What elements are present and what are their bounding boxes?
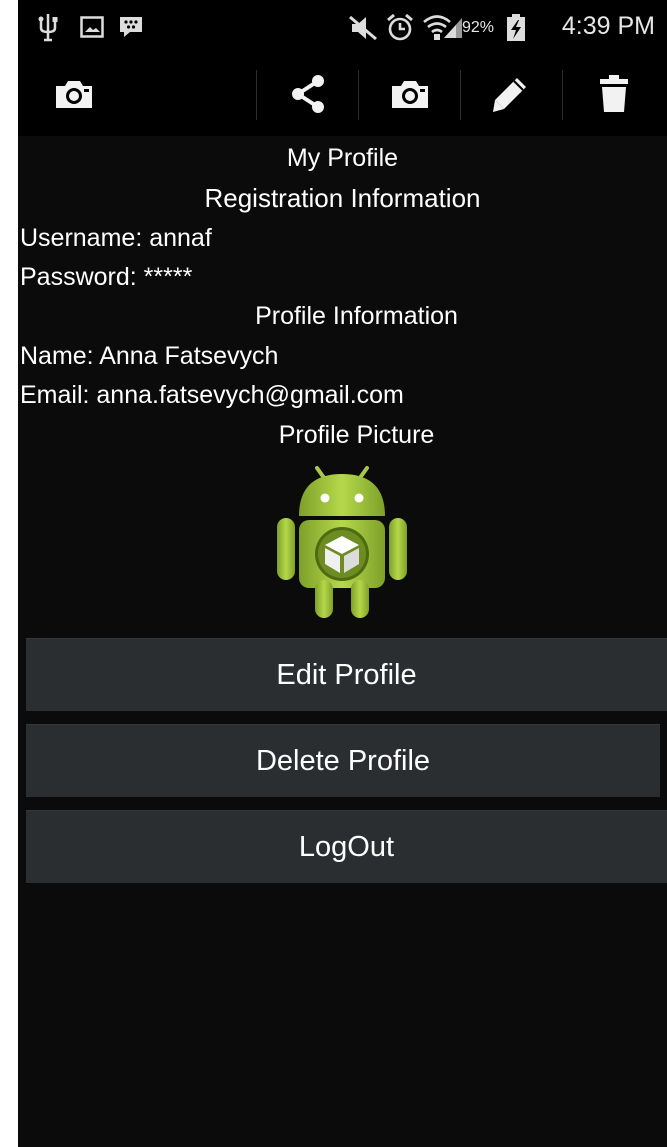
edit-button[interactable] bbox=[470, 56, 550, 136]
battery-percentage: 92% bbox=[462, 19, 495, 36]
password-text: Password: ***** bbox=[20, 263, 193, 291]
camera-icon bbox=[390, 78, 430, 115]
action-bar-divider bbox=[358, 70, 359, 120]
delete-profile-button[interactable]: Delete Profile bbox=[26, 724, 660, 797]
trash-icon bbox=[597, 74, 631, 119]
edit-profile-button[interactable]: Edit Profile bbox=[26, 638, 667, 711]
share-icon bbox=[288, 74, 328, 119]
pencil-icon bbox=[490, 74, 530, 119]
delete-button[interactable] bbox=[574, 56, 654, 136]
alarm-icon bbox=[386, 13, 414, 48]
action-bar-divider bbox=[256, 70, 257, 120]
registration-heading: Registration Information bbox=[204, 183, 481, 213]
bbm-icon bbox=[118, 15, 144, 44]
email-text: Email: anna.fatsevych@gmail.com bbox=[20, 381, 404, 409]
battery-charging-icon bbox=[506, 14, 526, 47]
page-title: My Profile bbox=[286, 144, 399, 172]
logout-button[interactable]: LogOut bbox=[26, 810, 667, 883]
action-bar-divider bbox=[562, 70, 563, 120]
action-bar-divider bbox=[460, 70, 461, 120]
usb-icon bbox=[38, 12, 58, 47]
camera-button[interactable] bbox=[34, 56, 114, 136]
signal-icon bbox=[442, 16, 464, 45]
profile-info-heading: Profile Information bbox=[255, 302, 458, 330]
status-bar: 92% 4:39 PM bbox=[18, 0, 667, 56]
share-button[interactable] bbox=[268, 56, 348, 136]
name-text: Name: Anna Fatsevych bbox=[20, 342, 279, 370]
picture-icon bbox=[80, 16, 104, 43]
status-time: 4:39 PM bbox=[561, 12, 655, 40]
phone-screen: 92% 4:39 PM My Profile Registration Info… bbox=[18, 0, 667, 1147]
android-robot-icon bbox=[275, 462, 409, 625]
camera-button-2[interactable] bbox=[370, 56, 450, 136]
action-bar bbox=[18, 56, 667, 136]
mute-icon bbox=[348, 15, 378, 46]
profile-picture-heading: Profile Picture bbox=[278, 421, 435, 449]
camera-icon bbox=[54, 78, 94, 115]
username-text: Username: annaf bbox=[20, 224, 212, 252]
